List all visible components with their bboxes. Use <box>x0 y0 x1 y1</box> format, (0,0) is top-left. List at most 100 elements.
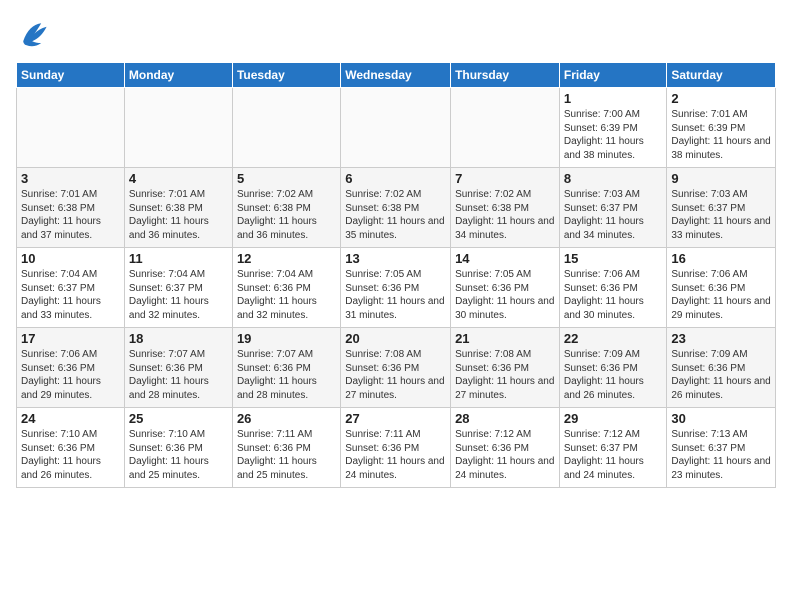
calendar-cell: 3 Sunrise: 7:01 AM Sunset: 6:38 PM Daylig… <box>17 168 125 248</box>
weekday-header-wednesday: Wednesday <box>341 63 451 88</box>
calendar-cell: 18 Sunrise: 7:07 AM Sunset: 6:36 PM Dayli… <box>124 328 232 408</box>
day-info: Sunrise: 7:03 AM Sunset: 6:37 PM Dayligh… <box>671 188 771 242</box>
day-info: Sunrise: 7:05 AM Sunset: 6:36 PM Dayligh… <box>455 268 555 322</box>
day-info: Sunrise: 7:11 AM Sunset: 6:36 PM Dayligh… <box>237 428 336 482</box>
day-info: Sunrise: 7:02 AM Sunset: 6:38 PM Dayligh… <box>455 188 555 242</box>
day-info: Sunrise: 7:03 AM Sunset: 6:37 PM Dayligh… <box>564 188 663 242</box>
day-info: Sunrise: 7:13 AM Sunset: 6:37 PM Dayligh… <box>671 428 771 482</box>
day-number: 3 <box>21 171 120 186</box>
calendar-cell <box>124 88 232 168</box>
day-number: 24 <box>21 411 120 426</box>
day-info: Sunrise: 7:12 AM Sunset: 6:36 PM Dayligh… <box>455 428 555 482</box>
calendar-cell: 6 Sunrise: 7:02 AM Sunset: 6:38 PM Daylig… <box>341 168 451 248</box>
day-number: 20 <box>345 331 446 346</box>
day-number: 21 <box>455 331 555 346</box>
day-info: Sunrise: 7:06 AM Sunset: 6:36 PM Dayligh… <box>21 348 120 402</box>
calendar-week-row: 17 Sunrise: 7:06 AM Sunset: 6:36 PM Dayli… <box>17 328 776 408</box>
day-number: 29 <box>564 411 663 426</box>
day-number: 25 <box>129 411 228 426</box>
day-number: 9 <box>671 171 771 186</box>
day-number: 4 <box>129 171 228 186</box>
calendar-cell: 10 Sunrise: 7:04 AM Sunset: 6:37 PM Dayli… <box>17 248 125 328</box>
calendar-cell <box>341 88 451 168</box>
day-number: 1 <box>564 91 663 106</box>
day-info: Sunrise: 7:02 AM Sunset: 6:38 PM Dayligh… <box>345 188 446 242</box>
calendar-cell: 21 Sunrise: 7:08 AM Sunset: 6:36 PM Dayli… <box>451 328 560 408</box>
calendar-cell: 4 Sunrise: 7:01 AM Sunset: 6:38 PM Daylig… <box>124 168 232 248</box>
calendar-cell: 19 Sunrise: 7:07 AM Sunset: 6:36 PM Dayli… <box>232 328 340 408</box>
weekday-header-saturday: Saturday <box>667 63 776 88</box>
weekday-header-sunday: Sunday <box>17 63 125 88</box>
weekday-header-thursday: Thursday <box>451 63 560 88</box>
calendar-week-row: 3 Sunrise: 7:01 AM Sunset: 6:38 PM Daylig… <box>17 168 776 248</box>
day-number: 23 <box>671 331 771 346</box>
calendar-cell: 11Sunrise: 7:04 AM Sunset: 6:37 PM Dayli… <box>124 248 232 328</box>
calendar-cell: 20 Sunrise: 7:08 AM Sunset: 6:36 PM Dayli… <box>341 328 451 408</box>
day-number: 2 <box>671 91 771 106</box>
calendar-cell: 25 Sunrise: 7:10 AM Sunset: 6:36 PM Dayli… <box>124 408 232 488</box>
day-info: Sunrise: 7:09 AM Sunset: 6:36 PM Dayligh… <box>564 348 663 402</box>
calendar-cell: 23Sunrise: 7:09 AM Sunset: 6:36 PM Dayli… <box>667 328 776 408</box>
calendar-header-row: SundayMondayTuesdayWednesdayThursdayFrid… <box>17 63 776 88</box>
day-info: Sunrise: 7:02 AM Sunset: 6:38 PM Dayligh… <box>237 188 336 242</box>
calendar-cell: 1 Sunrise: 7:00 AM Sunset: 6:39 PM Daylig… <box>559 88 667 168</box>
calendar-cell: 9 Sunrise: 7:03 AM Sunset: 6:37 PM Daylig… <box>667 168 776 248</box>
day-number: 17 <box>21 331 120 346</box>
day-info: Sunrise: 7:04 AM Sunset: 6:37 PM Dayligh… <box>21 268 120 322</box>
day-number: 18 <box>129 331 228 346</box>
calendar-cell: 17 Sunrise: 7:06 AM Sunset: 6:36 PM Dayli… <box>17 328 125 408</box>
logo-bird-icon <box>16 16 52 52</box>
page-header <box>16 16 776 52</box>
day-number: 28 <box>455 411 555 426</box>
calendar-cell: 8 Sunrise: 7:03 AM Sunset: 6:37 PM Daylig… <box>559 168 667 248</box>
day-info: Sunrise: 7:06 AM Sunset: 6:36 PM Dayligh… <box>564 268 663 322</box>
calendar-cell <box>232 88 340 168</box>
day-info: Sunrise: 7:04 AM Sunset: 6:36 PM Dayligh… <box>237 268 336 322</box>
day-number: 30 <box>671 411 771 426</box>
calendar-cell <box>451 88 560 168</box>
day-number: 16 <box>671 251 771 266</box>
calendar-cell: 14 Sunrise: 7:05 AM Sunset: 6:36 PM Dayli… <box>451 248 560 328</box>
day-number: 15 <box>564 251 663 266</box>
logo <box>16 16 56 52</box>
day-info: Sunrise: 7:06 AM Sunset: 6:36 PM Dayligh… <box>671 268 771 322</box>
day-number: 10 <box>21 251 120 266</box>
day-number: 19 <box>237 331 336 346</box>
calendar-cell: 15 Sunrise: 7:06 AM Sunset: 6:36 PM Dayli… <box>559 248 667 328</box>
calendar-cell: 5 Sunrise: 7:02 AM Sunset: 6:38 PM Daylig… <box>232 168 340 248</box>
day-info: Sunrise: 7:08 AM Sunset: 6:36 PM Dayligh… <box>455 348 555 402</box>
day-info: Sunrise: 7:11 AM Sunset: 6:36 PM Dayligh… <box>345 428 446 482</box>
day-number: 7 <box>455 171 555 186</box>
calendar-cell: 22Sunrise: 7:09 AM Sunset: 6:36 PM Dayli… <box>559 328 667 408</box>
calendar-cell: 28 Sunrise: 7:12 AM Sunset: 6:36 PM Dayli… <box>451 408 560 488</box>
calendar-cell: 13 Sunrise: 7:05 AM Sunset: 6:36 PM Dayli… <box>341 248 451 328</box>
calendar-cell: 30 Sunrise: 7:13 AM Sunset: 6:37 PM Dayli… <box>667 408 776 488</box>
day-info: Sunrise: 7:00 AM Sunset: 6:39 PM Dayligh… <box>564 108 663 162</box>
calendar-cell: 26 Sunrise: 7:11 AM Sunset: 6:36 PM Dayli… <box>232 408 340 488</box>
day-info: Sunrise: 7:12 AM Sunset: 6:37 PM Dayligh… <box>564 428 663 482</box>
calendar-week-row: 24 Sunrise: 7:10 AM Sunset: 6:36 PM Dayli… <box>17 408 776 488</box>
day-number: 5 <box>237 171 336 186</box>
calendar-week-row: 1 Sunrise: 7:00 AM Sunset: 6:39 PM Daylig… <box>17 88 776 168</box>
day-info: Sunrise: 7:07 AM Sunset: 6:36 PM Dayligh… <box>237 348 336 402</box>
day-info: Sunrise: 7:05 AM Sunset: 6:36 PM Dayligh… <box>345 268 446 322</box>
weekday-header-monday: Monday <box>124 63 232 88</box>
day-info: Sunrise: 7:01 AM Sunset: 6:38 PM Dayligh… <box>129 188 228 242</box>
weekday-header-friday: Friday <box>559 63 667 88</box>
day-info: Sunrise: 7:07 AM Sunset: 6:36 PM Dayligh… <box>129 348 228 402</box>
weekday-header-tuesday: Tuesday <box>232 63 340 88</box>
day-info: Sunrise: 7:10 AM Sunset: 6:36 PM Dayligh… <box>129 428 228 482</box>
day-info: Sunrise: 7:01 AM Sunset: 6:39 PM Dayligh… <box>671 108 771 162</box>
day-number: 26 <box>237 411 336 426</box>
day-number: 8 <box>564 171 663 186</box>
day-number: 14 <box>455 251 555 266</box>
calendar-table: SundayMondayTuesdayWednesdayThursdayFrid… <box>16 62 776 488</box>
day-number: 6 <box>345 171 446 186</box>
day-number: 11 <box>129 251 228 266</box>
day-info: Sunrise: 7:08 AM Sunset: 6:36 PM Dayligh… <box>345 348 446 402</box>
day-info: Sunrise: 7:01 AM Sunset: 6:38 PM Dayligh… <box>21 188 120 242</box>
day-number: 13 <box>345 251 446 266</box>
day-info: Sunrise: 7:10 AM Sunset: 6:36 PM Dayligh… <box>21 428 120 482</box>
calendar-cell: 29 Sunrise: 7:12 AM Sunset: 6:37 PM Dayli… <box>559 408 667 488</box>
calendar-week-row: 10 Sunrise: 7:04 AM Sunset: 6:37 PM Dayli… <box>17 248 776 328</box>
